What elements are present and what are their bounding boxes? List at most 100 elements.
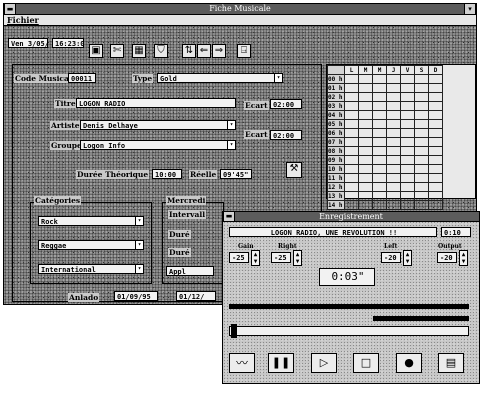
grid-cell[interactable] bbox=[400, 173, 415, 183]
grid-cell[interactable] bbox=[358, 74, 373, 84]
type-select[interactable]: Gold ▾ bbox=[157, 73, 283, 83]
grid-cell[interactable] bbox=[400, 92, 415, 102]
grid-cell[interactable] bbox=[344, 155, 359, 165]
grid-cell[interactable] bbox=[358, 182, 373, 192]
grid-cell[interactable] bbox=[372, 101, 387, 111]
grid-cell[interactable] bbox=[386, 92, 401, 102]
system-menu-button[interactable]: ▬ bbox=[4, 4, 16, 14]
grid-cell[interactable] bbox=[386, 137, 401, 147]
artiste-dropdown-icon[interactable]: ▾ bbox=[227, 121, 235, 129]
grid-cell[interactable] bbox=[344, 137, 359, 147]
grid-cell[interactable] bbox=[358, 155, 373, 165]
grid-cell[interactable] bbox=[358, 173, 373, 183]
recorder-system-menu[interactable]: ▬ bbox=[223, 212, 235, 221]
toolbar-save-icon[interactable]: ▦ bbox=[132, 44, 146, 58]
right-value[interactable]: -25 bbox=[271, 252, 291, 263]
right-stepper[interactable]: ▲ ▼ bbox=[293, 250, 302, 266]
grid-cell[interactable] bbox=[344, 191, 359, 201]
position-thumb[interactable] bbox=[231, 324, 237, 338]
category-select-3[interactable]: International ▾ bbox=[38, 264, 144, 274]
grid-cell[interactable] bbox=[414, 92, 429, 102]
grid-cell[interactable] bbox=[344, 74, 359, 84]
grid-cell[interactable] bbox=[414, 110, 429, 120]
grid-cell[interactable] bbox=[344, 173, 359, 183]
grid-cell[interactable] bbox=[414, 137, 429, 147]
grid-cell[interactable] bbox=[400, 200, 415, 210]
grid-cell[interactable] bbox=[428, 200, 443, 210]
grid-cell[interactable] bbox=[428, 155, 443, 165]
menu-fichier[interactable]: Fichier bbox=[7, 15, 39, 25]
code-input[interactable]: 00011 bbox=[68, 73, 96, 83]
magic-wand-icon[interactable]: ⚒ bbox=[286, 162, 302, 178]
grid-cell[interactable] bbox=[372, 164, 387, 174]
grid-cell[interactable] bbox=[414, 83, 429, 93]
grid-cell[interactable] bbox=[414, 101, 429, 111]
grid-cell[interactable] bbox=[386, 200, 401, 210]
diffusion-date-1[interactable]: 01/09/95 bbox=[114, 291, 158, 301]
grid-cell[interactable] bbox=[344, 83, 359, 93]
grid-cell[interactable] bbox=[344, 164, 359, 174]
grid-cell[interactable] bbox=[428, 146, 443, 156]
output-value[interactable]: -20 bbox=[437, 252, 457, 263]
artiste-select[interactable]: Denis Delhaye ▾ bbox=[80, 120, 236, 130]
grid-cell[interactable] bbox=[358, 146, 373, 156]
grid-cell[interactable] bbox=[386, 128, 401, 138]
grid-cell[interactable] bbox=[400, 110, 415, 120]
grid-cell[interactable] bbox=[372, 182, 387, 192]
grid-cell[interactable] bbox=[428, 173, 443, 183]
grid-cell[interactable] bbox=[428, 110, 443, 120]
grid-cell[interactable] bbox=[344, 200, 359, 210]
category-select-2[interactable]: Reggae ▾ bbox=[38, 240, 144, 250]
grid-cell[interactable] bbox=[386, 164, 401, 174]
grid-cell[interactable] bbox=[344, 146, 359, 156]
grid-cell[interactable] bbox=[414, 155, 429, 165]
category-3-dropdown-icon[interactable]: ▾ bbox=[135, 265, 143, 273]
grid-cell[interactable] bbox=[372, 173, 387, 183]
category-select-1[interactable]: Rock ▾ bbox=[38, 216, 144, 226]
grid-cell[interactable] bbox=[400, 83, 415, 93]
grid-cell[interactable] bbox=[386, 191, 401, 201]
record-button[interactable]: ● bbox=[396, 353, 422, 373]
position-track[interactable] bbox=[229, 326, 469, 336]
pause-button[interactable]: ❚❚ bbox=[268, 353, 294, 373]
grid-cell[interactable] bbox=[386, 110, 401, 120]
grid-cell[interactable] bbox=[344, 92, 359, 102]
left-value[interactable]: -20 bbox=[381, 252, 401, 263]
grid-cell[interactable] bbox=[358, 92, 373, 102]
grid-cell[interactable] bbox=[428, 101, 443, 111]
grid-cell[interactable] bbox=[358, 200, 373, 210]
waveform-button[interactable]: 〰 bbox=[229, 353, 255, 373]
toolbar-back-icon[interactable]: ⇐ bbox=[197, 44, 211, 58]
grid-cell[interactable] bbox=[358, 191, 373, 201]
left-stepper[interactable]: ▲ ▼ bbox=[403, 250, 412, 266]
grid-cell[interactable] bbox=[358, 83, 373, 93]
grid-cell[interactable] bbox=[372, 83, 387, 93]
grid-cell[interactable] bbox=[358, 164, 373, 174]
duree-theorique-input[interactable]: 10:00 bbox=[152, 169, 182, 179]
grid-cell[interactable] bbox=[428, 137, 443, 147]
minimize-button[interactable]: ▾ bbox=[464, 4, 476, 14]
grid-cell[interactable] bbox=[428, 119, 443, 129]
toolbar-exit-icon[interactable]: ⍈ bbox=[237, 44, 251, 58]
grid-cell[interactable] bbox=[414, 119, 429, 129]
gain-stepper[interactable]: ▲ ▼ bbox=[251, 250, 260, 266]
grid-cell[interactable] bbox=[400, 137, 415, 147]
grid-cell[interactable] bbox=[400, 164, 415, 174]
grid-cell[interactable] bbox=[358, 101, 373, 111]
grid-cell[interactable] bbox=[428, 83, 443, 93]
grid-cell[interactable] bbox=[372, 74, 387, 84]
gain-value[interactable]: -25 bbox=[229, 252, 249, 263]
toolbar-check-icon[interactable]: ▣ bbox=[89, 44, 103, 58]
grid-cell[interactable] bbox=[400, 101, 415, 111]
grid-cell[interactable] bbox=[372, 155, 387, 165]
toolbar-shield-icon[interactable]: ⛉ bbox=[154, 44, 168, 58]
grid-cell[interactable] bbox=[358, 110, 373, 120]
grid-cell[interactable] bbox=[428, 191, 443, 201]
play-button[interactable]: ▷ bbox=[311, 353, 337, 373]
grid-cell[interactable] bbox=[372, 128, 387, 138]
groupe-select[interactable]: Logon Info ▾ bbox=[80, 140, 236, 150]
grid-cell[interactable] bbox=[414, 191, 429, 201]
grid-cell[interactable] bbox=[344, 110, 359, 120]
grid-cell[interactable] bbox=[372, 200, 387, 210]
grid-cell[interactable] bbox=[400, 182, 415, 192]
